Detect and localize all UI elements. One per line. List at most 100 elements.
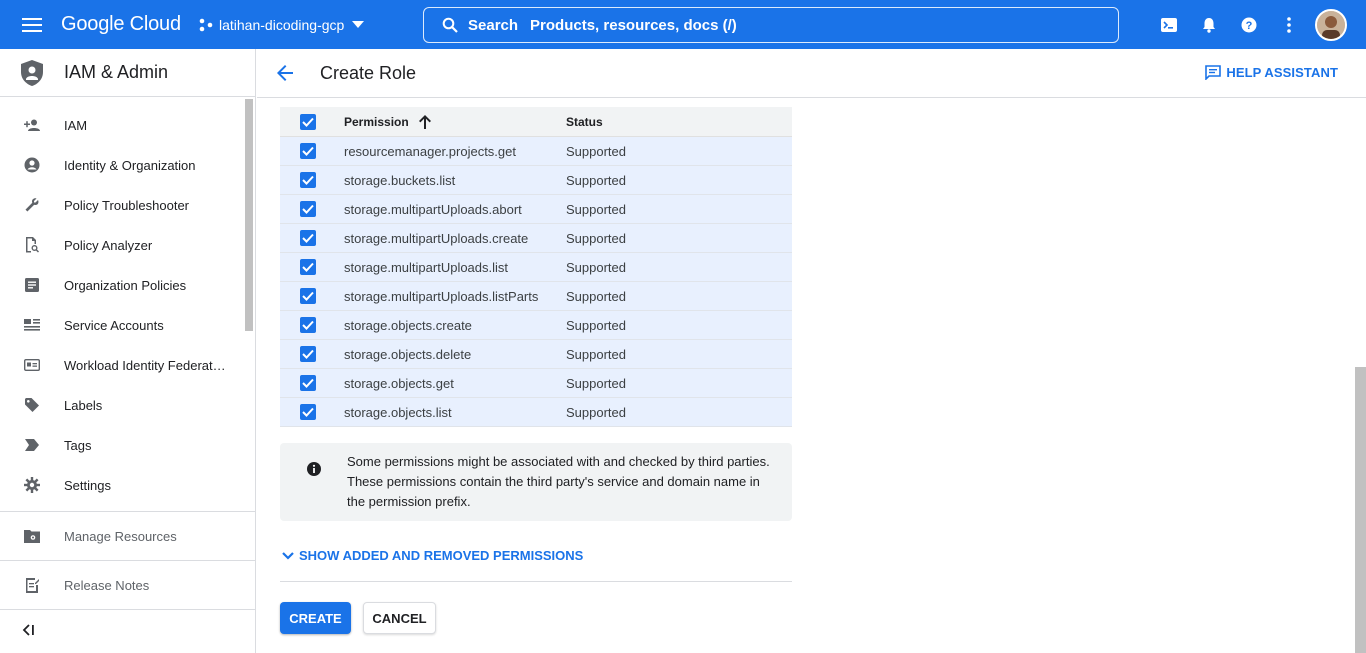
select-all-checkbox[interactable] bbox=[280, 113, 336, 130]
help-assistant-button[interactable]: HELP ASSISTANT bbox=[1205, 65, 1338, 80]
project-name: latihan-dicoding-gcp bbox=[219, 16, 345, 33]
sidebar-item-settings[interactable]: Settings bbox=[0, 465, 255, 505]
table-row[interactable]: storage.multipartUploads.create Supported bbox=[280, 224, 792, 253]
collapse-sidebar-icon[interactable] bbox=[22, 623, 36, 641]
hamburger-menu-icon[interactable] bbox=[0, 0, 64, 49]
help-icon[interactable]: ? bbox=[1229, 5, 1269, 45]
project-hierarchy-icon bbox=[199, 18, 213, 32]
back-arrow-icon[interactable] bbox=[257, 65, 313, 81]
table-row[interactable]: storage.multipartUploads.abort Supported bbox=[280, 195, 792, 224]
sidebar-item-tags[interactable]: Tags bbox=[0, 425, 255, 465]
sidebar-divider bbox=[0, 609, 255, 610]
table-row[interactable]: storage.objects.create Supported bbox=[280, 311, 792, 340]
row-checkbox[interactable] bbox=[280, 375, 336, 391]
row-checkbox[interactable] bbox=[280, 201, 336, 217]
search-placeholder: Products, resources, docs (/) bbox=[530, 16, 737, 34]
permission-status: Supported bbox=[566, 230, 626, 246]
sidebar-item-iam[interactable]: IAM bbox=[0, 105, 255, 145]
sidebar-item-labels[interactable]: Labels bbox=[0, 385, 255, 425]
status-column-header[interactable]: Status bbox=[566, 115, 603, 129]
sidebar-item-manage-resources[interactable]: Manage Resources bbox=[0, 512, 255, 560]
row-checkbox[interactable] bbox=[280, 259, 336, 275]
permission-status: Supported bbox=[566, 172, 626, 188]
google-cloud-logo[interactable]: Google Cloud bbox=[61, 13, 197, 36]
row-checkbox[interactable] bbox=[280, 288, 336, 304]
sidebar-item-workload-identity-federation[interactable]: Workload Identity Federat… bbox=[0, 345, 255, 385]
sidebar-scrollbar[interactable] bbox=[245, 99, 253, 331]
permission-status: Supported bbox=[566, 259, 626, 275]
chevron-down-icon bbox=[282, 551, 294, 560]
release-notes-icon bbox=[0, 577, 64, 593]
permission-status: Supported bbox=[566, 375, 626, 391]
permission-name: storage.multipartUploads.abort bbox=[344, 201, 522, 217]
permission-name: storage.multipartUploads.list bbox=[344, 259, 509, 275]
sidebar-item-organization-policies[interactable]: Organization Policies bbox=[0, 265, 255, 305]
caret-down-icon bbox=[352, 21, 365, 28]
show-added-removed-permissions-toggle[interactable]: SHOW ADDED AND REMOVED PERMISSIONS bbox=[282, 548, 583, 563]
tag-icon bbox=[0, 439, 64, 451]
user-avatar[interactable] bbox=[1315, 8, 1347, 41]
info-text: Some permissions might be associated wit… bbox=[347, 454, 770, 509]
row-checkbox[interactable] bbox=[280, 172, 336, 188]
account-circle-icon bbox=[0, 157, 64, 173]
checkbox-checked-icon bbox=[300, 317, 316, 333]
cloud-shell-icon[interactable] bbox=[1149, 5, 1189, 45]
sidebar-item-identity-organization[interactable]: Identity & Organization bbox=[0, 145, 255, 185]
permission-name: storage.buckets.list bbox=[344, 172, 456, 188]
list-doc-icon bbox=[0, 278, 64, 292]
sidebar-item-policy-troubleshooter[interactable]: Policy Troubleshooter bbox=[0, 185, 255, 225]
more-vert-icon[interactable] bbox=[1269, 5, 1309, 45]
sidebar-item-release-notes[interactable]: Release Notes bbox=[0, 561, 255, 609]
permission-status: Supported bbox=[566, 404, 626, 420]
table-row[interactable]: storage.objects.delete Supported bbox=[280, 340, 792, 369]
table-row[interactable]: storage.objects.list Supported bbox=[280, 398, 792, 427]
permission-name: storage.objects.create bbox=[344, 317, 472, 333]
table-row[interactable]: resourcemanager.projects.get Supported bbox=[280, 137, 792, 166]
permission-name: storage.multipartUploads.create bbox=[344, 230, 529, 246]
sidebar-header: IAM & Admin bbox=[0, 49, 255, 97]
sidebar-item-label: Identity & Organization bbox=[64, 157, 196, 173]
sidebar-item-label: Manage Resources bbox=[64, 528, 177, 544]
label-icon bbox=[0, 398, 64, 412]
page-scrollbar[interactable] bbox=[1355, 367, 1366, 653]
permission-name: storage.objects.delete bbox=[344, 346, 472, 362]
permission-column-header[interactable]: Permission bbox=[336, 114, 566, 129]
permission-column-label: Permission bbox=[344, 114, 409, 129]
sidebar-item-label: Policy Troubleshooter bbox=[64, 197, 190, 213]
row-checkbox[interactable] bbox=[280, 230, 336, 246]
table-row[interactable]: storage.multipartUploads.listParts Suppor… bbox=[280, 282, 792, 311]
row-checkbox[interactable] bbox=[280, 317, 336, 333]
sidebar-item-service-accounts[interactable]: Service Accounts bbox=[0, 305, 255, 345]
top-app-bar: Google Cloud latihan-dicoding-gcp Search… bbox=[0, 0, 1366, 49]
id-card-icon bbox=[0, 359, 64, 371]
permission-status: Supported bbox=[566, 143, 626, 159]
sidebar-item-label: Policy Analyzer bbox=[64, 237, 153, 253]
checkbox-checked-icon bbox=[300, 346, 316, 362]
sidebar-item-label: Settings bbox=[64, 477, 111, 493]
search-input[interactable]: Search Products, resources, docs (/) bbox=[423, 7, 1119, 43]
sidebar: IAM & Admin IAM Identity & Organization … bbox=[0, 49, 256, 653]
permission-name: resourcemanager.projects.get bbox=[344, 143, 516, 159]
notifications-bell-icon[interactable] bbox=[1189, 5, 1229, 45]
create-button[interactable]: CREATE bbox=[280, 602, 351, 634]
permissions-table: Permission Status resourcemanager.projec… bbox=[280, 107, 792, 427]
cancel-button[interactable]: CANCEL bbox=[363, 602, 436, 634]
project-selector[interactable]: latihan-dicoding-gcp bbox=[199, 17, 421, 33]
table-row[interactable]: storage.objects.get Supported bbox=[280, 369, 792, 398]
wrench-icon bbox=[0, 197, 64, 213]
table-row[interactable]: storage.buckets.list Supported bbox=[280, 166, 792, 195]
chat-icon bbox=[1205, 65, 1222, 80]
sidebar-item-policy-analyzer[interactable]: Policy Analyzer bbox=[0, 225, 255, 265]
form-divider bbox=[280, 581, 792, 582]
row-checkbox[interactable] bbox=[280, 346, 336, 362]
sort-ascending-icon bbox=[418, 114, 431, 129]
row-checkbox[interactable] bbox=[280, 143, 336, 159]
checkbox-checked-icon bbox=[300, 404, 316, 420]
row-checkbox[interactable] bbox=[280, 404, 336, 420]
sidebar-item-label: Workload Identity Federat… bbox=[64, 357, 226, 373]
sidebar-item-label: IAM bbox=[64, 117, 88, 133]
sidebar-title: IAM & Admin bbox=[64, 62, 169, 82]
page-title: Create Role bbox=[320, 62, 417, 83]
checkbox-checked-icon bbox=[300, 288, 316, 304]
table-row[interactable]: storage.multipartUploads.list Supported bbox=[280, 253, 792, 282]
